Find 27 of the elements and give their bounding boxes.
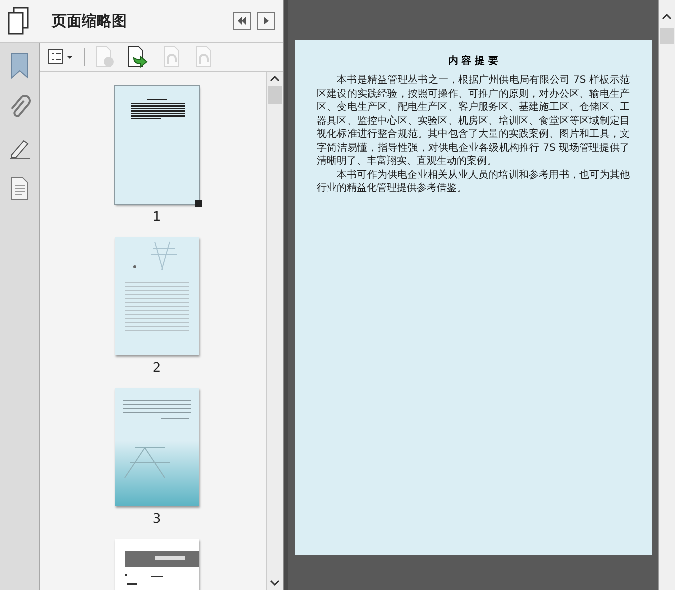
scroll-up-icon[interactable]: [270, 76, 280, 82]
scroll-thumb[interactable]: [268, 86, 282, 104]
right-arrow-icon: [261, 16, 271, 26]
panel-title: 页面缩略图: [52, 12, 128, 30]
scrollbar[interactable]: [658, 0, 675, 590]
page-icon[interactable]: [10, 177, 30, 201]
document-heading: 内 容 提 要: [447, 54, 500, 68]
document-paragraph: 本书可作为供电企业相关从业人员的培训和参考用书，也可为其他行业的精益化管理提供参考借鉴。: [317, 168, 630, 196]
expand-button[interactable]: [257, 12, 275, 30]
document-paragraph: 本书是精益管理丛书之一，根据广州供电局有限公司 7S 样板示范区建设的实践经验，按照可操作、可推广的原则，对办公区、输电生产区、变电生产区、配电生产区、客户服务区、基建施工区、仓储区、工器具区、监控中心区、实验区、机房区、培训区、食堂区等区域制定目视化标准进行整合规范。其中包含了大量的实践案例、图片和工具，文字简洁易懂，指导性强，对供电企业各级机构推行 7S 现场管理提供了清晰明了、丰富翔实、直观生动的案例。: [317, 74, 630, 168]
scroll-down-icon[interactable]: [270, 580, 280, 586]
options-button[interactable]: [46, 48, 76, 66]
page-number: 2: [152, 361, 162, 376]
text-lines-drawing: [131, 99, 185, 120]
page-number: 3: [152, 512, 162, 527]
page-thumbnail[interactable]: [115, 237, 199, 355]
bookmark-icon[interactable]: [10, 53, 30, 79]
double-left-arrow-icon: [237, 16, 247, 26]
page-thumbnail[interactable]: [115, 388, 199, 506]
collapse-button[interactable]: [233, 12, 251, 30]
page-number: 1: [152, 210, 162, 225]
resize-handle[interactable]: [195, 200, 202, 207]
scroll-thumb[interactable]: [660, 28, 674, 44]
page-thumbnail[interactable]: [115, 86, 199, 204]
scroll-up-icon[interactable]: [662, 14, 672, 20]
scrollbar[interactable]: [266, 72, 283, 590]
splitter-handle[interactable]: [283, 0, 288, 590]
